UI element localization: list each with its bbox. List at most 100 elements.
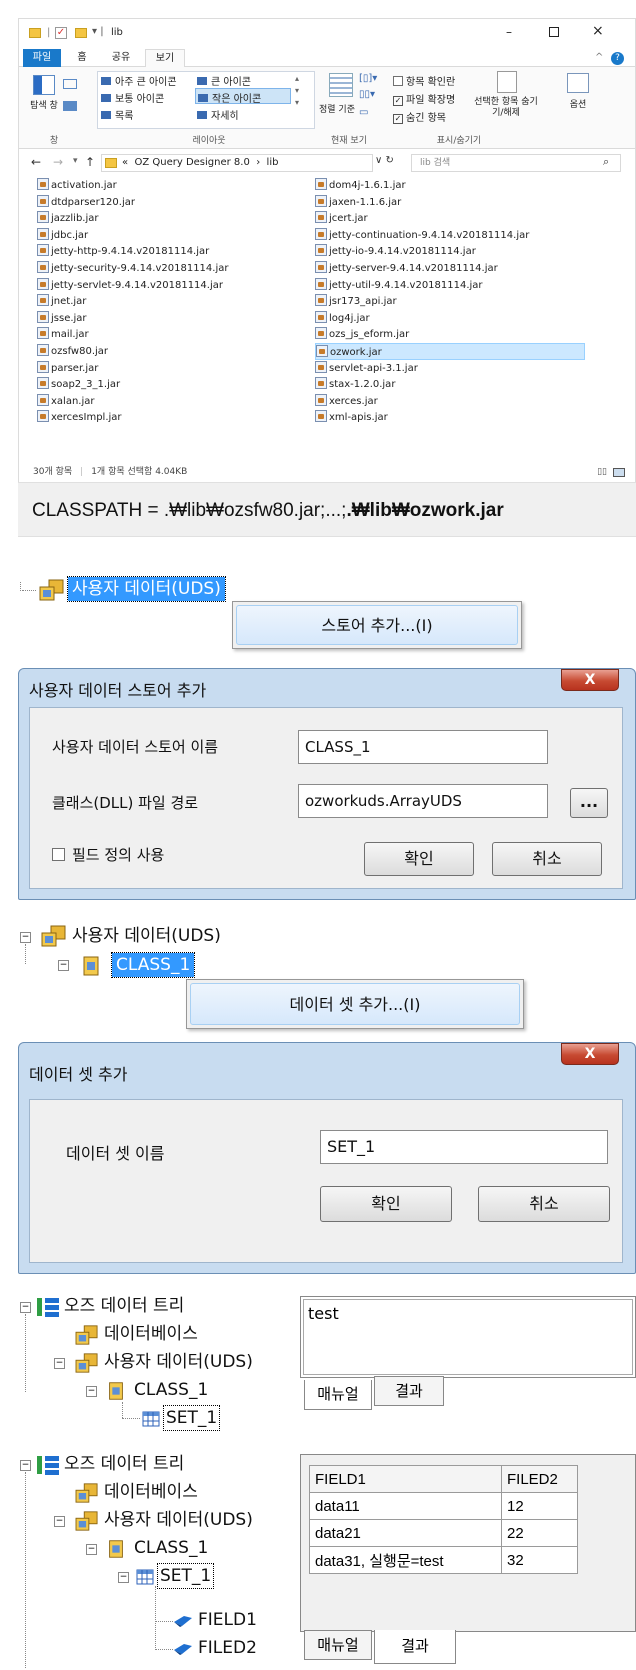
tree-node-root[interactable]: 오즈 데이터 트리 [64,1452,184,1476]
dataset-name-input[interactable]: SET_1 [320,1130,608,1164]
collapse-icon[interactable]: − [20,1302,31,1313]
file-item[interactable]: log4j.jar [315,310,370,327]
tree-node-uds[interactable]: 사용자 데이터(UDS) [72,924,221,948]
file-item[interactable]: jcert.jar [315,210,368,227]
large-icons-view-icon[interactable] [613,468,625,477]
layout-scroll-icon[interactable]: ▴ ▾ ▾ [295,73,299,109]
close-icon[interactable]: × [592,23,604,39]
tree-node-root[interactable]: 오즈 데이터 트리 [64,1294,184,1318]
tab-manual[interactable]: 매뉴얼 [304,1380,372,1410]
back-icon[interactable]: ← [31,155,41,169]
tree-node-uds[interactable]: 사용자 데이터(UDS) [104,1508,253,1532]
path-segment[interactable]: OZ Query Designer 8.0 [134,157,249,168]
table-cell[interactable]: 22 [501,1519,578,1547]
hide-selected-label[interactable]: 선택한 항목 숨기기/해제 [473,97,539,119]
table-row[interactable]: data21 22 [309,1519,578,1547]
quick-access-dropdown-icon[interactable]: ▾ | [92,26,104,37]
options-icon[interactable] [567,73,589,93]
collapse-icon[interactable]: − [86,1386,97,1397]
tree-node-field2[interactable]: FILED2 [198,1636,257,1660]
file-item[interactable]: jaxen-1.1.6.jar [315,194,401,211]
collapse-icon[interactable]: − [20,932,31,943]
ok-button[interactable]: 확인 [364,842,474,876]
file-item[interactable]: xalan.jar [37,393,95,410]
file-item[interactable]: dtdparser120.jar [37,194,135,211]
file-item[interactable]: servlet-api-3.1.jar [315,360,418,377]
tab-result[interactable]: 결과 [374,1376,444,1406]
collapse-icon[interactable]: − [20,1460,31,1471]
forward-icon[interactable]: → [53,155,63,169]
file-item[interactable]: ozsfw80.jar [37,343,108,360]
new-folder-icon[interactable] [75,28,87,38]
options-label[interactable]: 옵션 [563,97,593,110]
properties-icon[interactable]: ✓ [55,27,67,39]
navigation-pane-icon[interactable] [33,75,55,95]
collapse-icon[interactable]: − [54,1358,65,1369]
tree-node-database[interactable]: 데이터베이스 [104,1322,198,1346]
table-cell[interactable]: data11 [309,1492,502,1520]
column-header[interactable]: FILED2 [501,1465,578,1493]
file-item[interactable]: jetty-continuation-9.4.14.v20181114.jar [315,227,529,244]
menu-item-add-dataset[interactable]: 데이터 셋 추가...(I) [190,983,520,1025]
close-button[interactable]: X [561,1043,619,1065]
collapse-ribbon-icon[interactable]: ^ [595,52,603,63]
file-item[interactable]: ozs_js_eform.jar [315,326,409,343]
column-header[interactable]: FIELD1 [309,1465,502,1493]
file-item[interactable]: ozwork.jar [315,343,585,360]
store-name-input[interactable]: CLASS_1 [298,730,548,764]
table-row[interactable]: data31, 실행문=test 32 [309,1546,578,1574]
file-item[interactable]: jsse.jar [37,310,87,327]
tab-file[interactable]: 파일 [23,49,61,67]
file-item[interactable]: jsr173_api.jar [315,293,397,310]
tree-node-uds[interactable]: 사용자 데이터(UDS) [104,1350,253,1374]
file-item[interactable]: xercesImpl.jar [37,409,122,426]
collapse-icon[interactable]: − [118,1572,129,1583]
tree-node-class[interactable]: CLASS_1 [110,952,196,978]
layout-medium[interactable]: 보통 아이콘 [101,90,164,105]
preview-pane-icon[interactable] [63,79,77,89]
file-item[interactable]: soap2_3_1.jar [37,376,120,393]
query-text[interactable]: test [303,1299,633,1375]
refresh-icon[interactable]: ∨ ↻ [375,155,394,166]
tree-node-field1[interactable]: FIELD1 [198,1608,257,1632]
size-columns-icon[interactable]: ▭ [359,107,368,118]
file-item[interactable]: jetty-security-9.4.14.v20181114.jar [37,260,228,277]
tree-node-database[interactable]: 데이터베이스 [104,1480,198,1504]
menu-item-add-store[interactable]: 스토어 추가...(I) [236,605,518,645]
file-item[interactable]: jetty-server-9.4.14.v20181114.jar [315,260,498,277]
table-cell[interactable]: data31, 실행문=test [309,1546,502,1574]
cancel-button[interactable]: 취소 [492,842,602,876]
file-item[interactable]: jetty-util-9.4.14.v20181114.jar [315,277,483,294]
path-overflow[interactable]: « [122,157,128,168]
ok-button[interactable]: 확인 [320,1186,452,1222]
layout-small[interactable]: 작은 아이콘 [195,88,291,105]
file-item[interactable]: jetty-io-9.4.14.v20181114.jar [315,243,476,260]
recent-locations-icon[interactable]: ▾ [73,156,78,166]
tab-share[interactable]: 공유 [101,49,141,67]
hidden-items-toggle[interactable]: ✓ 숨긴 항목 [393,109,446,124]
maximize-icon[interactable] [549,27,559,37]
tab-result[interactable]: 결과 [374,1630,456,1664]
navigation-pane-label[interactable]: 탐색 창 [29,101,59,112]
close-button[interactable]: X [561,669,619,691]
file-item[interactable]: xml-apis.jar [315,409,388,426]
browse-button[interactable]: ... [570,788,608,818]
add-columns-icon[interactable]: ▯▯▾ [359,89,375,100]
layout-list[interactable]: 목록 [101,107,133,122]
tree-node-set[interactable]: SET_1 [156,1563,215,1589]
table-cell[interactable]: data21 [309,1519,502,1547]
file-item[interactable]: jdbc.jar [37,227,88,244]
file-item[interactable]: xerces.jar [315,393,378,410]
layout-details[interactable]: 자세히 [197,107,239,122]
tree-node-class[interactable]: CLASS_1 [134,1378,208,1402]
file-item[interactable]: jazzlib.jar [37,210,99,227]
collapse-icon[interactable]: − [86,1544,97,1555]
tree-node-class[interactable]: CLASS_1 [134,1536,208,1560]
file-item[interactable]: jetty-servlet-9.4.14.v20181114.jar [37,277,223,294]
tab-view[interactable]: 보기 [145,49,185,68]
tab-home[interactable]: 홈 [67,49,97,67]
layout-large[interactable]: 큰 아이콘 [197,73,251,88]
file-item[interactable]: activation.jar [37,177,117,194]
file-item[interactable]: parser.jar [37,360,98,377]
details-view-icon[interactable]: ▯▯ [597,467,607,477]
